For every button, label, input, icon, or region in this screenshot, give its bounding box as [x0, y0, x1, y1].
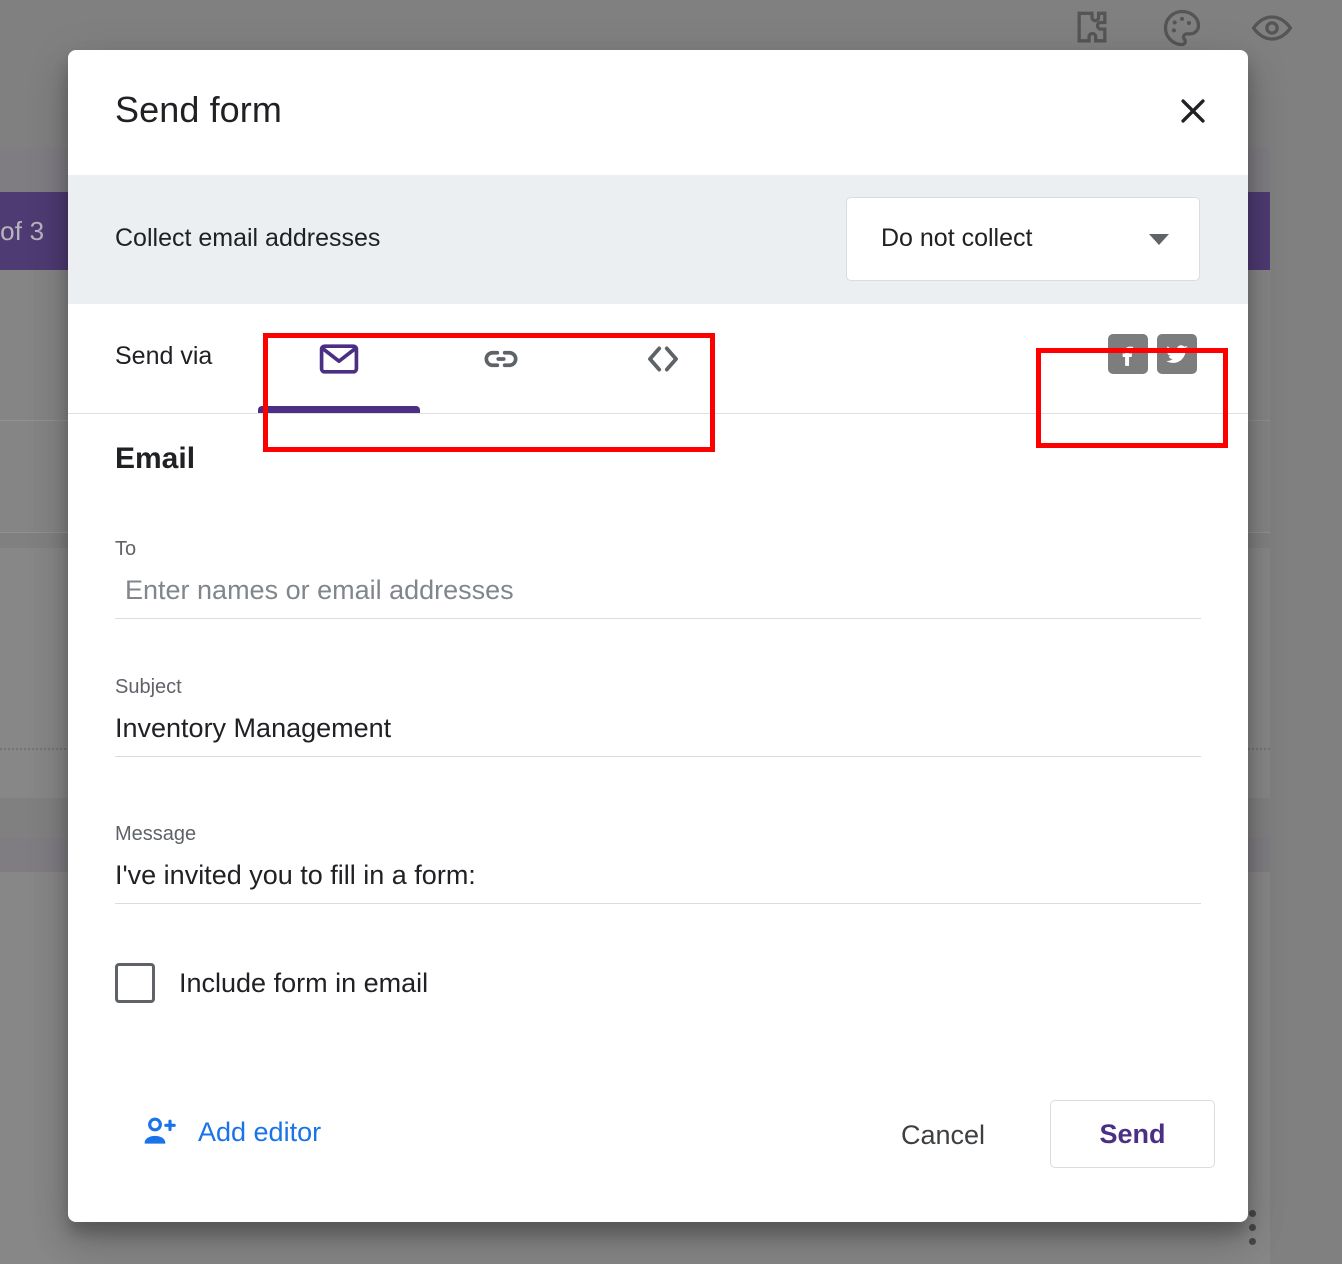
add-editor-label: Add editor: [198, 1117, 321, 1148]
close-icon[interactable]: [1167, 85, 1219, 137]
send-button[interactable]: Send: [1050, 1100, 1215, 1168]
chevron-down-icon: [1149, 234, 1169, 245]
person-add-icon: [140, 1112, 180, 1152]
collect-email-select[interactable]: Do not collect: [846, 197, 1200, 281]
tab-email[interactable]: [258, 304, 420, 413]
email-heading: Email: [115, 442, 195, 476]
facebook-share-button[interactable]: [1108, 334, 1148, 374]
twitter-share-button[interactable]: [1157, 334, 1197, 374]
dialog-header: Send form: [68, 50, 1248, 175]
send-via-tabs: [258, 304, 744, 413]
send-form-dialog: Send form Collect email addresses Do not…: [68, 50, 1248, 1222]
subject-input[interactable]: [115, 713, 1201, 757]
cancel-button[interactable]: Cancel: [883, 1106, 1003, 1165]
include-form-label: Include form in email: [179, 968, 428, 999]
social-share-buttons: [1108, 334, 1197, 374]
tab-embed-html[interactable]: [582, 304, 744, 413]
collect-email-label: Collect email addresses: [115, 224, 380, 253]
include-form-checkbox[interactable]: [115, 963, 155, 1003]
dialog-footer: Add editor Cancel Send: [68, 1080, 1248, 1222]
link-icon: [479, 337, 523, 381]
to-label: To: [115, 538, 1201, 561]
message-label: Message: [115, 823, 1201, 846]
dialog-title: Send form: [115, 89, 282, 131]
send-via-row: Send via: [68, 304, 1248, 414]
add-editor-button[interactable]: Add editor: [140, 1112, 321, 1152]
to-input[interactable]: [115, 575, 1201, 619]
message-field-group: Message: [115, 823, 1201, 904]
subject-label: Subject: [115, 676, 1201, 699]
collect-email-selected-value: Do not collect: [881, 224, 1032, 253]
message-input[interactable]: [115, 860, 1201, 904]
send-via-label: Send via: [115, 342, 212, 371]
envelope-icon: [317, 337, 361, 381]
collect-email-row: Collect email addresses Do not collect: [68, 175, 1248, 304]
twitter-icon: [1164, 341, 1190, 367]
to-field-group: To: [115, 538, 1201, 619]
facebook-icon: [1115, 341, 1141, 367]
tab-link[interactable]: [420, 304, 582, 413]
code-brackets-icon: [640, 336, 686, 382]
include-form-checkbox-row[interactable]: Include form in email: [115, 963, 428, 1003]
subject-field-group: Subject: [115, 676, 1201, 757]
